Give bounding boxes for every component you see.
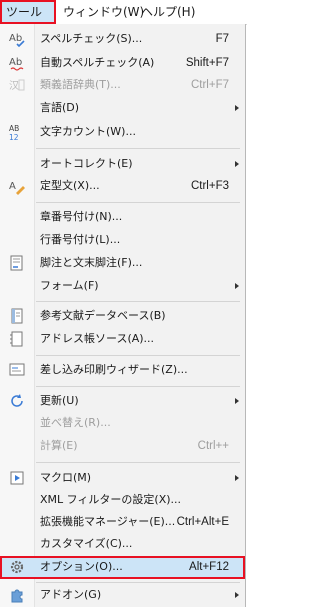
submenu-arrow-icon: [235, 592, 239, 598]
macros-icon: [8, 469, 26, 487]
svg-text:12: 12: [9, 133, 19, 141]
menu-item-macros[interactable]: マクロ(M): [0, 467, 245, 489]
menu-item-addons[interactable]: アドオン(G): [0, 584, 245, 606]
tools-dropdown-menu: Ab スペルチェック(S)... F7 Ab 自動スペルチェック(A) Shif…: [0, 24, 246, 607]
submenu-arrow-icon: [235, 161, 239, 167]
submenu-arrow-icon: [235, 105, 239, 111]
word-count-icon: AB 12: [8, 123, 26, 141]
menu-item-extension-manager[interactable]: 拡張機能マネージャー(E)... Ctrl+Alt+E: [0, 511, 245, 533]
bibliography-database-icon: [8, 307, 26, 325]
menu-separator: [36, 386, 240, 387]
menu-separator: [36, 202, 240, 203]
menu-item-customize[interactable]: カスタマイズ(C)...: [0, 533, 245, 555]
svg-text:Ab: Ab: [9, 57, 22, 68]
footnote-icon: [8, 254, 26, 272]
menu-item-mail-merge-wizard[interactable]: 差し込み印刷ウィザード(Z)...: [0, 359, 245, 381]
options-gear-icon: [8, 558, 26, 576]
menu-item-language[interactable]: 言語(D): [0, 97, 245, 119]
thesaurus-icon: 汉: [8, 76, 26, 94]
update-icon: [8, 392, 26, 410]
auto-spellcheck-icon: Ab: [8, 54, 26, 72]
svg-text:A: A: [9, 181, 16, 192]
submenu-arrow-icon: [235, 398, 239, 404]
menu-bar: ツール(T) ウィンドウ(W) ヘルプ(H): [0, 0, 247, 39]
menu-item-footnotes[interactable]: 脚注と文末脚注(F)...: [0, 252, 245, 274]
addons-icon: [8, 586, 26, 604]
autotext-icon: A: [8, 177, 26, 195]
menu-separator: [36, 301, 240, 302]
menubar-item-window[interactable]: ウィンドウ(W): [63, 0, 144, 24]
spellcheck-icon: Ab: [8, 30, 26, 48]
menu-item-line-numbering[interactable]: 行番号付け(L)...: [0, 229, 245, 251]
menu-separator: [36, 462, 240, 463]
menu-item-options[interactable]: オプション(O)... Alt+F12: [0, 556, 245, 579]
menu-item-autotext[interactable]: A 定型文(X)... Ctrl+F3: [0, 175, 245, 197]
menu-item-update[interactable]: 更新(U): [0, 390, 245, 412]
submenu-arrow-icon: [235, 283, 239, 289]
svg-text:汉: 汉: [9, 80, 19, 92]
menu-item-form[interactable]: フォーム(F): [0, 275, 245, 297]
address-book-source-icon: [8, 330, 26, 348]
menu-item-sort[interactable]: 並べ替え(R)...: [0, 412, 245, 434]
menu-item-autocorrect[interactable]: オートコレクト(E): [0, 153, 245, 175]
svg-text:Ab: Ab: [9, 33, 22, 44]
menu-separator: [36, 355, 240, 356]
menu-item-xml-filter-settings[interactable]: XML フィルターの設定(X)...: [0, 489, 245, 511]
svg-text:AB: AB: [9, 124, 19, 133]
submenu-arrow-icon: [235, 475, 239, 481]
menu-item-calculate[interactable]: 計算(E) Ctrl++: [0, 435, 245, 457]
menu-item-thesaurus[interactable]: 汉 類義語辞典(T)... Ctrl+F7: [0, 74, 245, 96]
menubar-item-help[interactable]: ヘルプ(H): [141, 0, 195, 24]
menu-item-auto-spellcheck[interactable]: Ab 自動スペルチェック(A) Shift+F7: [0, 52, 245, 74]
menu-item-word-count[interactable]: AB 12 文字カウント(W)...: [0, 121, 245, 143]
menu-separator: [36, 582, 240, 583]
menu-item-chapter-numbering[interactable]: 章番号付け(N)...: [0, 206, 245, 228]
menu-item-spellcheck[interactable]: Ab スペルチェック(S)... F7: [0, 28, 245, 50]
menu-separator: [36, 148, 240, 149]
menu-item-bibliography-database[interactable]: 参考文献データベース(B): [0, 305, 245, 327]
mail-merge-wizard-icon: [8, 361, 26, 379]
menubar-item-tools[interactable]: ツール(T): [0, 0, 56, 39]
menu-item-address-book-source[interactable]: アドレス帳ソース(A)...: [0, 328, 245, 350]
